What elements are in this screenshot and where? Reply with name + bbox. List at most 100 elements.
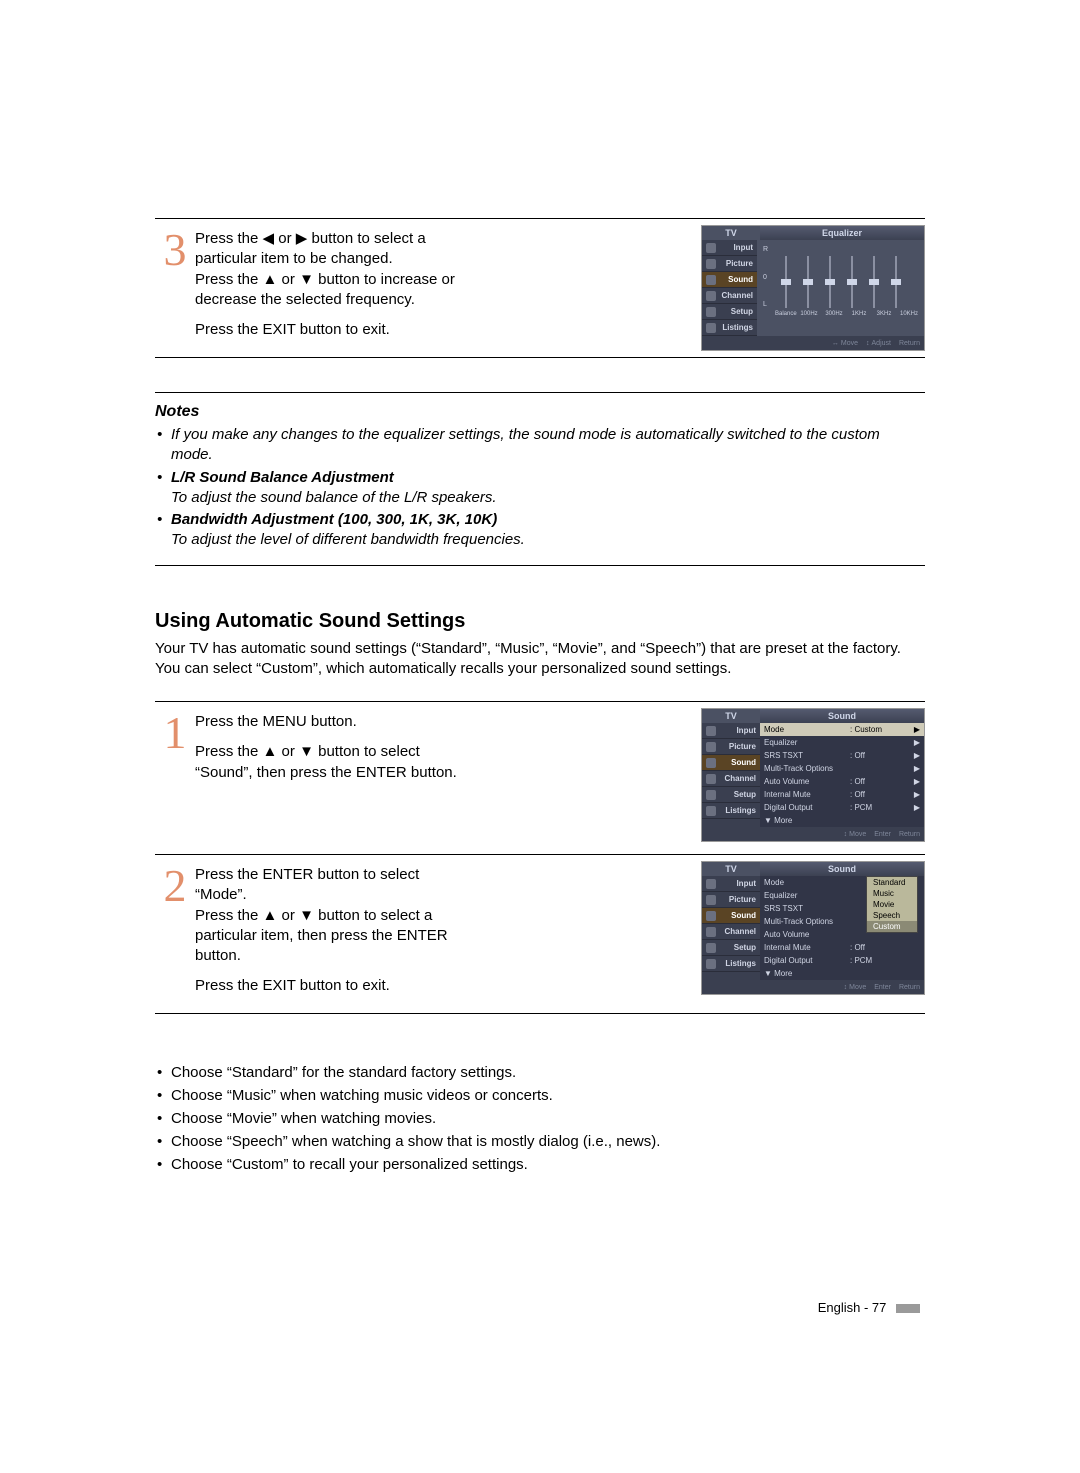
osd-side-setup[interactable]: Setup — [702, 787, 760, 803]
osd-side-channel[interactable]: Channel — [702, 771, 760, 787]
t: Return — [899, 984, 920, 991]
step-number: 2 — [155, 861, 195, 1007]
t: Return — [899, 340, 920, 347]
step-text: Press the MENU button. Press the ▲ or ▼ … — [195, 708, 465, 842]
osd-title: Sound — [760, 709, 924, 723]
popup-item-selected[interactable]: Custom — [867, 921, 917, 932]
osd-side-sound[interactable]: Sound — [702, 908, 760, 924]
osd-side-picture[interactable]: Picture — [702, 739, 760, 755]
t: Press the — [195, 743, 263, 760]
osd-title-tv: TV — [702, 862, 760, 876]
right-arrow-icon: ▶ — [914, 777, 920, 786]
left-arrow-icon: ◀ — [263, 230, 275, 247]
osd-row-mto[interactable]: Multi-Track Options▶ — [760, 762, 924, 775]
step-text: Press the ENTER button to select “Mode”.… — [195, 861, 465, 1007]
right-arrow-icon: ▶ — [914, 790, 920, 799]
step-1-row: 1 Press the MENU button. Press the ▲ or … — [155, 701, 925, 842]
notes-block: Notes If you make any changes to the equ… — [155, 392, 925, 566]
osd-footer: ↔ Move ↕ Adjust Return — [702, 336, 924, 350]
right-arrow-icon: ▶ — [296, 230, 308, 247]
t: or — [274, 230, 296, 247]
choice-item: Choose “Speech” when watching a show tha… — [155, 1133, 925, 1150]
ud-icon: ↕ — [866, 340, 870, 347]
osd-sound-2: TV Sound Input Picture Sound Channel Set… — [701, 861, 925, 1007]
osd-side-sound[interactable]: Sound — [702, 272, 757, 288]
osd-row-do[interactable]: Digital Output: PCM▶ — [760, 801, 924, 814]
section-heading: Using Automatic Sound Settings — [155, 610, 925, 633]
osd-row-mode[interactable]: Mode: Custom▶ — [760, 723, 924, 736]
osd-side-channel[interactable]: Channel — [702, 288, 757, 304]
eq-axis-l: L — [763, 301, 768, 308]
osd-side-listings[interactable]: Listings — [702, 803, 760, 819]
down-arrow-icon: ▼ — [299, 907, 314, 924]
page-footer: English - 77 — [818, 1300, 920, 1315]
osd-row-eq[interactable]: Equalizer▶ — [760, 736, 924, 749]
choice-item: Choose “Custom” to recall your personali… — [155, 1156, 925, 1173]
eq-label: 100Hz — [800, 311, 818, 317]
eq-slider-10khz[interactable] — [891, 256, 901, 308]
eq-slider-balance[interactable] — [781, 256, 791, 308]
t: Press the EXIT button to exit. — [195, 320, 465, 340]
t: Return — [899, 831, 920, 838]
osd-row-av[interactable]: Auto Volume: Off▶ — [760, 775, 924, 788]
eq-axis-0: 0 — [763, 274, 768, 281]
popup-item[interactable]: Movie — [867, 899, 917, 910]
osd-row-more[interactable]: ▼ More — [760, 967, 924, 980]
osd-side-picture[interactable]: Picture — [702, 256, 757, 272]
right-arrow-icon: ▶ — [914, 738, 920, 747]
osd-side-listings[interactable]: Listings — [702, 956, 760, 972]
osd-title-tv: TV — [702, 226, 760, 240]
step-2-row: 2 Press the ENTER button to select “Mode… — [155, 854, 925, 1014]
osd-row-im[interactable]: Internal Mute: Off — [760, 941, 924, 954]
footer-bar-icon — [896, 1304, 920, 1313]
mode-popup[interactable]: Standard Music Movie Speech Custom — [866, 876, 918, 933]
t: Move — [849, 984, 866, 991]
t: Press the — [195, 271, 263, 288]
t: Press the — [195, 907, 263, 924]
note-item: If you make any changes to the equalizer… — [155, 425, 925, 466]
t: Press the — [195, 230, 263, 247]
t: Adjust — [872, 340, 891, 347]
osd-side-picture[interactable]: Picture — [702, 892, 760, 908]
osd-side-input[interactable]: Input — [702, 240, 757, 256]
popup-item[interactable]: Music — [867, 888, 917, 899]
osd-row-more[interactable]: ▼ More — [760, 814, 924, 827]
eq-slider-1khz[interactable] — [847, 256, 857, 308]
note-item: L/R Sound Balance Adjustment To adjust t… — [155, 468, 925, 509]
t: Press the MENU button. — [195, 712, 465, 732]
osd-side-setup[interactable]: Setup — [702, 304, 757, 320]
osd-side-sound[interactable]: Sound — [702, 755, 760, 771]
t: or — [277, 743, 299, 760]
eq-slider-3khz[interactable] — [869, 256, 879, 308]
popup-item[interactable]: Standard — [867, 877, 917, 888]
eq-slider-100hz[interactable] — [803, 256, 813, 308]
choices-list: Choose “Standard” for the standard facto… — [155, 1064, 925, 1173]
osd-row-do[interactable]: Digital Output: PCM — [760, 954, 924, 967]
eq-label: 300Hz — [825, 311, 843, 317]
eq-label: 3KHz — [875, 311, 893, 317]
osd-eq-main: R 0 L Balance — [757, 240, 924, 336]
note-item: Bandwidth Adjustment (100, 300, 1K, 3K, … — [155, 510, 925, 551]
notes-heading: Notes — [155, 403, 925, 421]
popup-item[interactable]: Speech — [867, 910, 917, 921]
osd-row-im[interactable]: Internal Mute: Off▶ — [760, 788, 924, 801]
right-arrow-icon: ▶ — [914, 764, 920, 773]
osd-side-input[interactable]: Input — [702, 723, 760, 739]
t: Enter — [874, 831, 891, 838]
osd-side-channel[interactable]: Channel — [702, 924, 760, 940]
eq-slider-300hz[interactable] — [825, 256, 835, 308]
right-arrow-icon: ▶ — [914, 751, 920, 760]
choice-item: Choose “Standard” for the standard facto… — [155, 1064, 925, 1081]
right-arrow-icon: ▶ — [914, 803, 920, 812]
osd-row-srs[interactable]: SRS TSXT: Off▶ — [760, 749, 924, 762]
osd-side-setup[interactable]: Setup — [702, 940, 760, 956]
eq-label: Balance — [775, 311, 793, 317]
t: or — [277, 271, 299, 288]
up-arrow-icon: ▲ — [263, 271, 278, 288]
step-text: Press the ◀ or ▶ button to select a part… — [195, 225, 465, 351]
osd-side-input[interactable]: Input — [702, 876, 760, 892]
osd-side-listings[interactable]: Listings — [702, 320, 757, 336]
ud-icon: ↕ — [844, 831, 848, 838]
right-arrow-icon: ▶ — [914, 725, 920, 734]
eq-label: 1KHz — [850, 311, 868, 317]
